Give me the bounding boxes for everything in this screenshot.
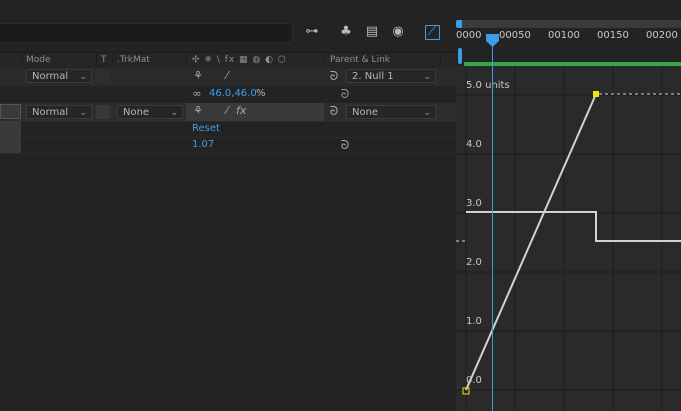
trkmat-column-label: .TrkMat (117, 55, 150, 65)
chevron-down-icon: ⌄ (170, 108, 178, 118)
playhead-marker-icon[interactable] (485, 34, 500, 48)
solo-icon[interactable]: ♣ (338, 24, 354, 40)
y-axis-label: 4.0 (466, 139, 482, 150)
layer-row[interactable]: Normal ⌄ ⚘ ⁄ ᘐ 2. Null 1 ⌄ (0, 68, 456, 86)
ruler-tick-label: 00150 (597, 30, 629, 41)
y-axis-label: 0.0 (466, 375, 482, 386)
t-checkbox[interactable] (96, 105, 110, 119)
ruler-tick-label: 0000 (456, 30, 482, 41)
quality-switch-icon[interactable]: ⁄ (222, 105, 232, 117)
ruler-tick-label: 00200 (646, 30, 678, 41)
search-input[interactable] (0, 23, 293, 43)
mode-column-label: Mode (26, 55, 51, 65)
chevron-down-icon: ⌄ (423, 108, 431, 118)
navigator-start-handle[interactable] (456, 20, 462, 28)
keyframe-marker[interactable] (593, 91, 599, 97)
graph-canvas (456, 66, 681, 411)
layer-row[interactable]: Normal ⌄ None ⌄ ⚘ ⁄ fx ᘐ None ⌄ (0, 103, 456, 122)
trkmat-dropdown[interactable]: None ⌄ (117, 105, 183, 119)
expression-pickwhip-icon[interactable]: ᘐ (340, 88, 350, 100)
chevron-down-icon: ⌄ (79, 108, 87, 118)
shy-switch-icon[interactable]: ⚘ (193, 105, 203, 117)
y-axis-label: 5.0 units (466, 80, 510, 91)
property-value[interactable]: 1.07 (192, 139, 214, 150)
trkmat-value: None (123, 107, 150, 118)
playhead-line[interactable] (492, 42, 493, 411)
motion-blur-icon[interactable]: ◉ (390, 24, 406, 40)
switches-cell (186, 103, 324, 121)
chevron-down-icon: ⌄ (423, 72, 431, 82)
pickwhip-icon[interactable]: ᘐ (329, 70, 339, 82)
time-navigator[interactable] (461, 20, 681, 28)
effect-row: Reset (0, 121, 456, 138)
expression-pickwhip-icon[interactable]: ᘐ (340, 139, 350, 151)
graph-editor-icon[interactable]: ⟋ (424, 24, 440, 40)
switches-column-label: ✣ ✵ \ fx ▦ ◍ ◐ ⬡ (192, 55, 287, 65)
mode-dropdown[interactable]: Normal ⌄ (26, 105, 92, 119)
y-axis-label: 2.0 (466, 257, 482, 268)
ruler-tick-label: 00100 (548, 30, 580, 41)
frame-blend-icon[interactable]: ▤ (364, 24, 380, 40)
ruler-tick-label: 00050 (499, 30, 531, 41)
scale-unit: % (256, 88, 266, 99)
pickwhip-icon[interactable]: ᘐ (329, 105, 339, 117)
row-indent (0, 121, 21, 137)
column-header: Mode T .TrkMat ✣ ✵ \ fx ▦ ◍ ◐ ⬡ Parent &… (0, 52, 456, 69)
y-axis-label: 3.0 (466, 198, 482, 209)
mode-value: Normal (32, 107, 69, 118)
reset-link[interactable]: Reset (192, 123, 220, 134)
mode-value: Normal (32, 71, 69, 82)
graph-editor[interactable]: 5.0 units 4.0 3.0 2.0 1.0 0.0 (456, 66, 681, 411)
work-area-start-handle[interactable] (458, 48, 462, 64)
parent-column-label: Parent & Link (330, 55, 390, 65)
row-indent (0, 137, 21, 153)
property-value-row: 1.07 ᘐ (0, 137, 456, 154)
scale-value[interactable]: 46.0,46.0 (209, 88, 257, 99)
scale-property-row: ∞ 46.0,46.0 % ᘐ (0, 86, 456, 104)
layer-name-field[interactable] (0, 104, 21, 119)
link-icon[interactable]: ∞ (192, 88, 202, 100)
chevron-down-icon: ⌄ (79, 72, 87, 82)
parent-value: 2. Null 1 (352, 71, 394, 82)
shy-switch-icon[interactable]: ⚘ (193, 70, 203, 82)
t-checkbox[interactable] (96, 69, 110, 83)
parent-dropdown[interactable]: 2. Null 1 ⌄ (346, 69, 436, 83)
t-column-label: T (101, 55, 107, 65)
quality-switch-icon[interactable]: ⁄ (222, 70, 232, 82)
y-axis-label: 1.0 (466, 316, 482, 327)
parent-dropdown[interactable]: None ⌄ (346, 105, 436, 119)
mode-dropdown[interactable]: Normal ⌄ (26, 69, 92, 83)
effect-switch-icon[interactable]: fx (236, 105, 246, 117)
parent-value: None (352, 107, 379, 118)
flowchart-icon[interactable]: ⊶ (304, 24, 320, 40)
